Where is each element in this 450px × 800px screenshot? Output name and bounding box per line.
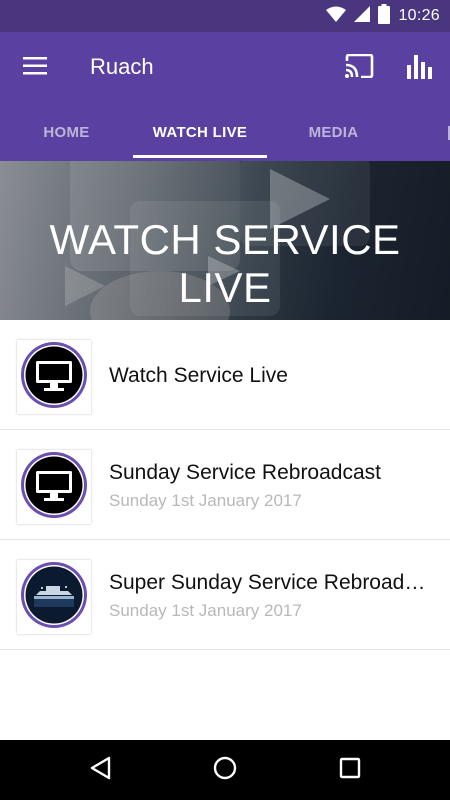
list-item[interactable]: Watch Service Live bbox=[0, 320, 450, 430]
signal-icon bbox=[354, 5, 371, 27]
item-title: Sunday Service Rebroadcast bbox=[109, 461, 381, 484]
home-circle-icon bbox=[213, 756, 237, 785]
status-icons: 10:26 bbox=[326, 0, 440, 32]
tab-bar: HOME WATCH LIVE MEDIA bbox=[0, 104, 450, 161]
bar-chart-icon bbox=[406, 53, 432, 84]
item-date: Sunday 1st January 2017 bbox=[109, 491, 302, 510]
battery-icon bbox=[378, 3, 391, 29]
banner: WATCH SERVICE LIVE bbox=[0, 161, 450, 320]
thumbnail bbox=[17, 450, 91, 524]
stats-button[interactable] bbox=[396, 46, 442, 90]
menu-button[interactable] bbox=[14, 48, 56, 88]
tab-indicator bbox=[133, 155, 267, 158]
list-item[interactable]: Super Sunday Service Rebroadcast Sunday … bbox=[0, 540, 450, 650]
tab-media[interactable]: MEDIA bbox=[267, 104, 400, 161]
tab-overflow-edge[interactable] bbox=[440, 104, 450, 161]
app-bar: Ruach bbox=[0, 32, 450, 104]
app-title: Ruach bbox=[90, 54, 154, 79]
ship-image-icon bbox=[20, 561, 88, 634]
list-item[interactable]: Sunday Service Rebroadcast Sunday 1st Ja… bbox=[0, 430, 450, 540]
wifi-icon bbox=[326, 6, 347, 27]
recents-button[interactable] bbox=[328, 748, 372, 792]
thumbnail bbox=[17, 560, 91, 634]
item-date: Sunday 1st January 2017 bbox=[109, 601, 302, 620]
hamburger-icon bbox=[23, 56, 47, 80]
banner-title: WATCH SERVICE LIVE bbox=[49, 216, 401, 311]
back-triangle-icon bbox=[89, 756, 111, 785]
back-button[interactable] bbox=[78, 748, 122, 792]
cast-icon bbox=[344, 53, 374, 83]
home-button[interactable] bbox=[203, 748, 247, 792]
monitor-icon bbox=[20, 341, 88, 414]
status-time: 10:26 bbox=[398, 7, 440, 24]
tab-home[interactable]: HOME bbox=[0, 104, 133, 161]
monitor-icon bbox=[20, 451, 88, 524]
recents-square-icon bbox=[339, 757, 361, 784]
tab-watch-live[interactable]: WATCH LIVE bbox=[133, 104, 267, 161]
item-title: Watch Service Live bbox=[109, 364, 288, 387]
system-nav-bar bbox=[0, 740, 450, 800]
item-title: Super Sunday Service Rebroadcast bbox=[109, 571, 434, 594]
status-bar: 10:26 bbox=[0, 0, 450, 32]
cast-button[interactable] bbox=[336, 46, 382, 90]
thumbnail bbox=[17, 340, 91, 414]
